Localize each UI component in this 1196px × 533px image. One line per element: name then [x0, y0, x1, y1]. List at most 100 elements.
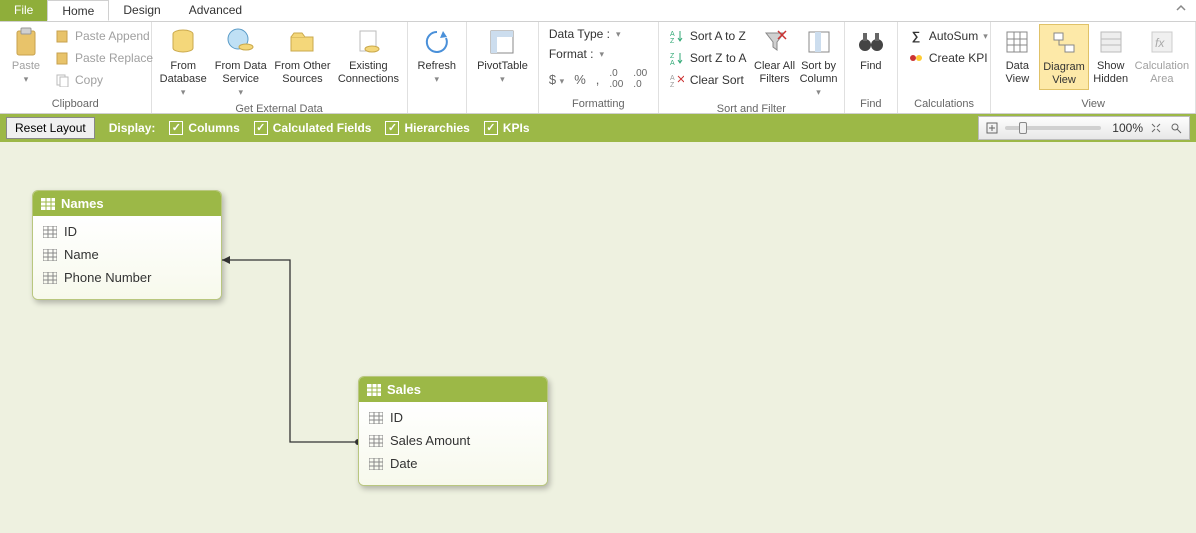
sort-az-label: Sort A to Z [690, 29, 746, 43]
data-type-label: Data Type : [549, 27, 610, 41]
table-names-title: Names [61, 196, 104, 211]
percent-format-button[interactable]: % [574, 72, 586, 87]
display-hierarchies-checkbox[interactable]: ✓Hierarchies [385, 121, 469, 135]
diagram-canvas[interactable]: Names ID Name Phone Number Sales ID Sale… [0, 142, 1196, 533]
fit-screen-button[interactable] [985, 121, 999, 135]
kpi-icon [908, 50, 924, 66]
table-names[interactable]: Names ID Name Phone Number [32, 190, 222, 300]
refresh-button[interactable]: Refresh ▾ [412, 24, 463, 88]
paste-icon [10, 26, 42, 58]
group-getdata-label: Get External Data [156, 101, 403, 118]
from-database-button[interactable]: From Database ▾ [156, 24, 211, 101]
column-icon [43, 226, 57, 238]
reset-layout-button[interactable]: Reset Layout [6, 117, 95, 139]
calculation-area-button[interactable]: fx Calculation Area [1133, 24, 1191, 88]
sort-column-icon [803, 26, 835, 58]
tab-advanced[interactable]: Advanced [175, 0, 256, 21]
data-view-label: Data View [1006, 60, 1030, 86]
sort-by-column-label: Sort by Column [800, 60, 838, 86]
diagram-view-button[interactable]: Diagram View [1039, 24, 1088, 90]
from-other-sources-button[interactable]: From Other Sources [271, 24, 335, 88]
field-sales-amount[interactable]: Sales Amount [359, 429, 547, 452]
from-data-service-button[interactable]: From Data Service ▾ [211, 24, 271, 101]
group-clipboard-label: Clipboard [4, 96, 147, 113]
decrease-decimal-button[interactable]: .00.0 [633, 68, 647, 90]
zoom-slider[interactable] [1005, 126, 1101, 130]
data-view-button[interactable]: Data View [995, 24, 1039, 88]
table-icon [41, 198, 55, 210]
field-names-id[interactable]: ID [33, 220, 221, 243]
tab-file[interactable]: File [0, 0, 47, 21]
table-names-header[interactable]: Names [33, 191, 221, 216]
group-calc-label: Calculations [902, 96, 986, 113]
paste-append-label: Paste Append [75, 29, 150, 43]
currency-format-button[interactable]: $ ▾ [549, 72, 564, 87]
paste-button[interactable]: Paste ▾ [4, 24, 48, 88]
svg-text:A: A [670, 75, 675, 82]
data-type-dropdown[interactable]: Data Type :▾ [545, 26, 651, 42]
chevron-down-icon: ▾ [816, 86, 821, 99]
clear-all-filters-button[interactable]: Clear All Filters [753, 24, 797, 88]
pivottable-label: PivotTable [477, 60, 528, 73]
display-columns-checkbox[interactable]: ✓Columns [169, 121, 239, 135]
create-kpi-label: Create KPI [929, 51, 988, 65]
database-icon [167, 26, 199, 58]
sort-za-icon: ZA [669, 50, 685, 66]
create-kpi-button[interactable]: Create KPI [904, 48, 992, 68]
sort-by-column-button[interactable]: Sort by Column ▾ [797, 24, 841, 101]
from-other-sources-label: From Other Sources [274, 60, 330, 86]
chevron-down-icon: ▾ [181, 86, 186, 99]
copy-label: Copy [75, 73, 103, 87]
zoom-value: 100% [1107, 121, 1143, 135]
filter-clear-icon [759, 26, 791, 58]
tab-design[interactable]: Design [109, 0, 174, 21]
folder-icon [286, 26, 318, 58]
find-button[interactable]: Find [849, 24, 893, 75]
display-kpis-checkbox[interactable]: ✓KPIs [484, 121, 530, 135]
field-sales-date[interactable]: Date [359, 452, 547, 475]
autosum-button[interactable]: ∑ AutoSum ▾ [904, 26, 992, 46]
ribbon-collapse-button[interactable] [1166, 0, 1196, 21]
paste-append-button[interactable]: Paste Append [50, 26, 157, 46]
zoom-original-button[interactable] [1149, 121, 1163, 135]
group-sortfilter-label: Sort and Filter [663, 101, 840, 118]
show-hidden-label: Show Hidden [1093, 60, 1128, 86]
from-database-label: From Database [160, 60, 207, 86]
clear-all-filters-label: Clear All Filters [754, 60, 795, 86]
chevron-down-icon: ▾ [983, 31, 988, 42]
svg-text:fx: fx [1155, 36, 1165, 50]
format-dropdown[interactable]: Format :▾ [545, 46, 651, 62]
sort-za-button[interactable]: ZA Sort Z to A [665, 48, 751, 68]
display-calcfields-checkbox[interactable]: ✓Calculated Fields [254, 121, 372, 135]
sort-az-icon: AZ [669, 28, 685, 44]
paste-append-icon [54, 28, 70, 44]
comma-format-button[interactable]: , [596, 72, 600, 87]
from-data-service-label: From Data Service [215, 60, 267, 86]
binoculars-icon [855, 26, 887, 58]
field-sales-id[interactable]: ID [359, 406, 547, 429]
column-icon [369, 412, 383, 424]
existing-connections-button[interactable]: Existing Connections [334, 24, 402, 88]
calculation-area-label: Calculation Area [1135, 60, 1189, 86]
display-label: Display: [109, 121, 156, 135]
field-names-name[interactable]: Name [33, 243, 221, 266]
sort-az-button[interactable]: AZ Sort A to Z [665, 26, 751, 46]
table-sales-header[interactable]: Sales [359, 377, 547, 402]
field-names-phone[interactable]: Phone Number [33, 266, 221, 289]
paste-replace-label: Paste Replace [75, 51, 153, 65]
show-hidden-button[interactable]: Show Hidden [1089, 24, 1133, 88]
existing-connections-label: Existing Connections [338, 60, 399, 86]
copy-button[interactable]: Copy [50, 70, 157, 90]
zoom-drag-button[interactable] [1169, 121, 1183, 135]
pivottable-button[interactable]: PivotTable ▾ [471, 24, 534, 88]
table-sales[interactable]: Sales ID Sales Amount Date [358, 376, 548, 486]
paste-replace-button[interactable]: Paste Replace [50, 48, 157, 68]
svg-text:Z: Z [670, 82, 675, 87]
tab-home[interactable]: Home [47, 0, 109, 21]
paste-replace-icon [54, 50, 70, 66]
chevron-down-icon: ▾ [24, 73, 29, 86]
format-label: Format : [549, 47, 594, 61]
svg-text:Z: Z [670, 38, 675, 43]
increase-decimal-button[interactable]: .0.00 [609, 68, 623, 90]
clear-sort-button[interactable]: AZ Clear Sort [665, 70, 751, 90]
